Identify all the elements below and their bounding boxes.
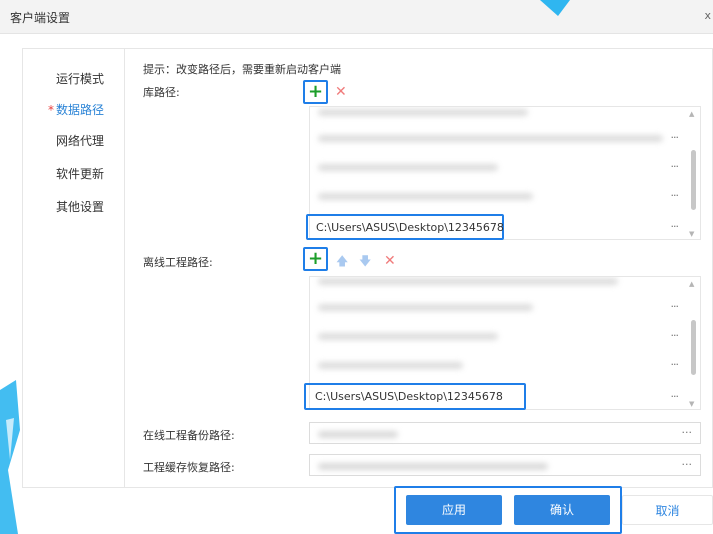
close-icon: ✕ bbox=[335, 84, 347, 100]
window-title: 客户端设置 bbox=[10, 11, 71, 25]
sidebar-item-other-settings[interactable]: 其他设置 bbox=[22, 198, 124, 215]
blurred-path bbox=[318, 362, 463, 369]
add-library-path-button[interactable]: + bbox=[303, 80, 328, 104]
arrow-down-icon: 🡇 bbox=[359, 254, 372, 268]
more-button[interactable]: ··· bbox=[671, 358, 679, 371]
restart-hint: 提示：改变路径后，需要重新启动客户端 bbox=[143, 63, 341, 76]
arrow-up-icon: 🡅 bbox=[336, 254, 349, 268]
blurred-path bbox=[318, 109, 528, 116]
library-selected-path[interactable]: C:\Users\ASUS\Desktop\12345678 bbox=[306, 214, 504, 240]
blurred-path bbox=[318, 164, 498, 171]
online-backup-path-field[interactable]: ··· bbox=[309, 422, 701, 444]
blurred-path bbox=[318, 431, 398, 438]
title-bar: 客户端设置 x bbox=[0, 0, 713, 34]
more-button[interactable]: ··· bbox=[671, 160, 679, 173]
add-offline-path-button[interactable]: + bbox=[303, 247, 328, 271]
cache-restore-path-label: 工程缓存恢复路径: bbox=[143, 461, 235, 474]
more-button[interactable]: ··· bbox=[671, 220, 679, 233]
list-item[interactable]: ··· bbox=[310, 322, 690, 350]
sidebar-item-data-path[interactable]: * 数据路径 bbox=[22, 101, 124, 118]
more-button[interactable]: ··· bbox=[682, 426, 693, 439]
sidebar-item-label: 软件更新 bbox=[55, 167, 104, 181]
offline-list-scrollbar[interactable]: ▲ ▼ bbox=[689, 280, 697, 408]
scroll-up-icon[interactable]: ▲ bbox=[689, 110, 694, 118]
blurred-path bbox=[318, 135, 663, 142]
decorative-shape bbox=[0, 380, 20, 534]
plus-icon: + bbox=[307, 81, 324, 102]
more-button[interactable]: ··· bbox=[671, 131, 679, 144]
move-up-button[interactable]: 🡅 bbox=[336, 254, 348, 268]
settings-sidebar: 运行模式 * 数据路径 网络代理 软件更新 其他设置 bbox=[22, 48, 125, 488]
decorative-shape bbox=[540, 0, 570, 16]
list-item[interactable]: ··· bbox=[310, 153, 690, 181]
scroll-down-icon[interactable]: ▼ bbox=[689, 400, 694, 408]
scrollbar-thumb[interactable] bbox=[691, 320, 696, 375]
offline-path-label: 离线工程路径: bbox=[143, 256, 213, 269]
close-icon: ✕ bbox=[384, 253, 396, 269]
plus-icon: + bbox=[307, 248, 324, 269]
list-item[interactable]: ··· bbox=[310, 124, 690, 152]
scroll-up-icon[interactable]: ▲ bbox=[689, 280, 694, 288]
offline-selected-path[interactable]: C:\Users\ASUS\Desktop\12345678 bbox=[304, 383, 526, 410]
sidebar-item-label: 数据路径 bbox=[55, 103, 104, 117]
move-down-button[interactable]: 🡇 bbox=[359, 254, 371, 268]
blurred-path bbox=[318, 333, 498, 340]
confirm-button[interactable]: 确认 bbox=[514, 495, 610, 525]
more-button[interactable]: ··· bbox=[671, 300, 679, 313]
sidebar-item-network-proxy[interactable]: 网络代理 bbox=[22, 132, 124, 149]
cancel-button[interactable]: 取消 bbox=[622, 495, 713, 525]
more-button[interactable]: ··· bbox=[682, 458, 693, 471]
sidebar-item-software-update[interactable]: 软件更新 bbox=[22, 165, 124, 182]
blurred-path bbox=[318, 193, 533, 200]
library-path-value: C:\Users\ASUS\Desktop\12345678 bbox=[316, 221, 504, 234]
library-path-label: 库路径: bbox=[143, 86, 180, 99]
more-button[interactable]: ··· bbox=[671, 189, 679, 202]
sidebar-item-label: 其他设置 bbox=[55, 200, 104, 214]
scrollbar-thumb[interactable] bbox=[691, 150, 696, 210]
scroll-down-icon[interactable]: ▼ bbox=[689, 230, 694, 238]
close-button[interactable]: x bbox=[704, 9, 711, 22]
remove-library-path-button[interactable]: ✕ bbox=[335, 85, 347, 99]
more-button[interactable]: ··· bbox=[671, 329, 679, 342]
list-item[interactable]: ··· bbox=[310, 293, 690, 321]
sidebar-item-run-mode[interactable]: 运行模式 bbox=[22, 70, 124, 87]
list-item[interactable]: ··· bbox=[310, 351, 690, 379]
blurred-path bbox=[318, 304, 533, 311]
sidebar-item-label: 运行模式 bbox=[55, 72, 104, 86]
sidebar-item-label: 网络代理 bbox=[55, 134, 104, 148]
apply-button[interactable]: 应用 bbox=[406, 495, 502, 525]
blurred-path bbox=[318, 463, 548, 470]
list-item[interactable]: ··· bbox=[310, 182, 690, 210]
remove-offline-path-button[interactable]: ✕ bbox=[384, 254, 396, 268]
more-button[interactable]: ··· bbox=[671, 390, 679, 403]
required-mark: * bbox=[47, 103, 54, 117]
offline-path-value: C:\Users\ASUS\Desktop\12345678 bbox=[315, 390, 503, 403]
library-list-scrollbar[interactable]: ▲ ▼ bbox=[689, 110, 697, 238]
cache-restore-path-field[interactable]: ··· bbox=[309, 454, 701, 476]
blurred-path bbox=[318, 278, 618, 285]
online-backup-path-label: 在线工程备份路径: bbox=[143, 429, 235, 442]
